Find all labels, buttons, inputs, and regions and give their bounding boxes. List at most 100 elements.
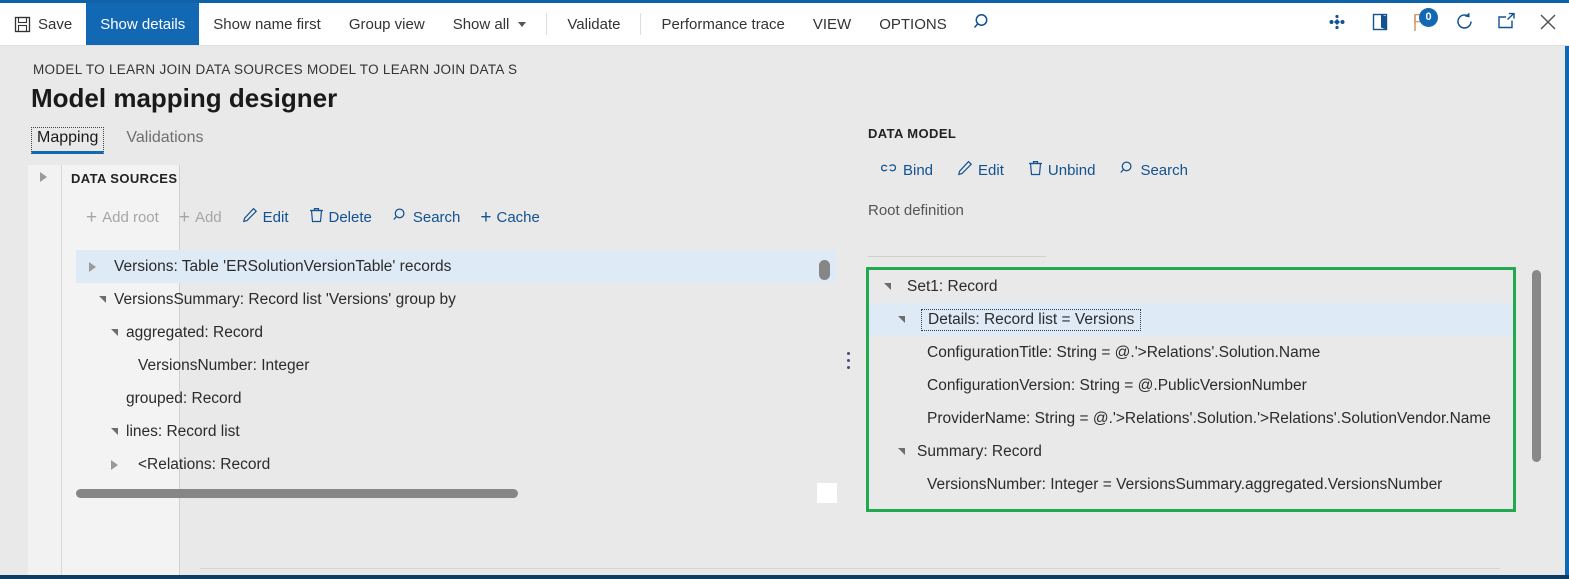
edit-data-model-button[interactable]: Edit	[949, 158, 1012, 182]
root-definition-divider	[868, 256, 1046, 257]
performance-trace-label: Performance trace	[661, 15, 785, 33]
tree-row-label: lines: Record list	[126, 422, 240, 440]
validate-button[interactable]: Validate	[553, 3, 634, 45]
data-sources-expander[interactable]	[40, 172, 52, 184]
tab-validations[interactable]: Validations	[120, 127, 209, 154]
save-icon	[14, 16, 31, 33]
data-model-tree[interactable]: Set1: Record Details: Record list = Vers…	[866, 267, 1516, 512]
breadcrumb: MODEL TO LEARN JOIN DATA SOURCES MODEL T…	[33, 62, 518, 77]
popout-button[interactable]	[1485, 3, 1527, 45]
trash-icon	[309, 207, 324, 227]
tree-row[interactable]: <Relations: Record	[76, 448, 836, 481]
search-icon	[392, 207, 408, 227]
chevron-right-icon[interactable]	[106, 457, 122, 473]
options-menu[interactable]: OPTIONS	[865, 3, 961, 45]
unbind-button[interactable]: Unbind	[1020, 158, 1104, 182]
show-details-label: Show details	[100, 15, 186, 33]
delete-data-source-label: Delete	[328, 208, 372, 226]
show-name-first-button[interactable]: Show name first	[199, 3, 335, 45]
bind-label: Bind	[903, 161, 934, 179]
tree-row[interactable]: VersionsNumber: Integer	[76, 349, 836, 382]
search-icon	[1119, 160, 1135, 180]
delete-data-source-button[interactable]: Delete	[301, 205, 380, 229]
plus-icon: +	[480, 206, 492, 228]
link-icon	[880, 161, 898, 180]
help-panel-icon	[1370, 12, 1390, 37]
tree-row[interactable]: ProviderName: String = @.'>Relations'.So…	[869, 402, 1513, 435]
cache-button[interactable]: + Cache	[472, 206, 547, 229]
data-model-vertical-scrollbar[interactable]	[1532, 270, 1541, 462]
performance-trace-button[interactable]: Performance trace	[647, 3, 798, 45]
toolbar-divider	[546, 13, 548, 35]
data-sources-toolbar: + Add root + Add Edit Delete Search + Ca…	[78, 205, 548, 229]
tree-row-label: aggregated: Record	[126, 323, 264, 341]
chevron-right-icon	[40, 172, 47, 182]
data-sources-horizontal-scrollbar[interactable]	[76, 489, 518, 498]
view-menu[interactable]: VIEW	[799, 3, 865, 45]
chevron-down-icon	[518, 21, 527, 27]
chevron-down-icon[interactable]	[106, 424, 122, 440]
search-data-model-button[interactable]: Search	[1111, 158, 1196, 182]
close-button[interactable]	[1527, 3, 1569, 45]
tree-row[interactable]: ConfigurationTitle: String = @.'>Relatio…	[869, 336, 1513, 369]
data-sources-tree[interactable]: Versions: Table 'ERSolutionVersionTable'…	[76, 250, 836, 483]
chevron-down-icon[interactable]	[893, 444, 909, 460]
save-button[interactable]: Save	[0, 3, 86, 45]
trash-icon	[1028, 160, 1043, 180]
tab-strip: Mapping Validations	[31, 127, 209, 154]
view-menu-label: VIEW	[812, 15, 852, 33]
notifications-badge: 0	[1419, 8, 1438, 27]
add-button[interactable]: + Add	[171, 206, 230, 229]
chevron-down-icon[interactable]	[106, 325, 122, 341]
search-data-source-label: Search	[412, 208, 461, 226]
right-accent-edge	[1565, 46, 1569, 575]
command-toolbar: Save Show details Show name first Group …	[0, 0, 1569, 46]
add-root-button[interactable]: + Add root	[78, 206, 167, 229]
chevron-right-icon[interactable]	[84, 259, 100, 275]
bind-button[interactable]: Bind	[872, 159, 941, 182]
tab-validations-label: Validations	[126, 129, 204, 146]
search-data-source-button[interactable]: Search	[384, 205, 469, 229]
tree-row[interactable]: aggregated: Record	[76, 316, 836, 349]
tree-row[interactable]: Details: Record list = Versions	[869, 303, 1513, 336]
chevron-down-icon[interactable]	[879, 279, 895, 295]
root-definition-label: Root definition	[868, 202, 964, 219]
notifications-button[interactable]: 0	[1401, 3, 1443, 45]
panel-bottom-divider	[200, 568, 1500, 569]
tab-mapping[interactable]: Mapping	[31, 127, 105, 154]
search-icon	[972, 12, 992, 37]
edit-data-source-label: Edit	[262, 208, 289, 226]
search-button[interactable]	[961, 3, 1003, 45]
panel-splitter-handle[interactable]	[847, 352, 850, 369]
refresh-icon	[1454, 11, 1475, 37]
data-model-toolbar: Bind Edit Unbind Search	[872, 158, 1196, 182]
plus-icon: +	[86, 206, 98, 228]
unbind-label: Unbind	[1047, 161, 1096, 179]
show-all-dropdown[interactable]: Show all	[439, 3, 541, 45]
cache-label: Cache	[496, 208, 540, 226]
tree-row[interactable]: lines: Record list	[76, 415, 836, 448]
tree-row[interactable]: grouped: Record	[76, 382, 836, 415]
data-model-title: DATA MODEL	[868, 126, 957, 141]
save-button-label: Save	[38, 15, 73, 33]
tree-row[interactable]: Versions: Table 'ERSolutionVersionTable'…	[76, 250, 836, 283]
tree-row-label: VersionsSummary: Record list 'Versions' …	[114, 290, 456, 308]
edit-data-model-label: Edit	[978, 161, 1004, 179]
chevron-down-icon[interactable]	[94, 292, 110, 308]
chevron-down-icon[interactable]	[893, 312, 909, 328]
help-panel-button[interactable]	[1359, 3, 1401, 45]
show-details-button[interactable]: Show details	[86, 3, 200, 45]
tree-row[interactable]: VersionsSummary: Record list 'Versions' …	[76, 283, 836, 316]
data-sources-vertical-scrollbar[interactable]	[819, 260, 830, 280]
options-menu-label: OPTIONS	[879, 15, 947, 33]
tree-row-label: ConfigurationVersion: String = @.PublicV…	[927, 376, 1307, 394]
tree-row[interactable]: ConfigurationVersion: String = @.PublicV…	[869, 369, 1513, 402]
company-settings-button[interactable]	[1317, 3, 1359, 45]
group-view-button[interactable]: Group view	[335, 3, 439, 45]
edit-data-source-button[interactable]: Edit	[234, 205, 297, 229]
tree-row[interactable]: Set1: Record	[869, 270, 1513, 303]
tree-row[interactable]: Summary: Record	[869, 435, 1513, 468]
tree-row[interactable]: VersionsNumber: Integer = VersionsSummar…	[869, 468, 1513, 501]
refresh-button[interactable]	[1443, 3, 1485, 45]
tree-row-label: VersionsNumber: Integer = VersionsSummar…	[927, 475, 1443, 493]
